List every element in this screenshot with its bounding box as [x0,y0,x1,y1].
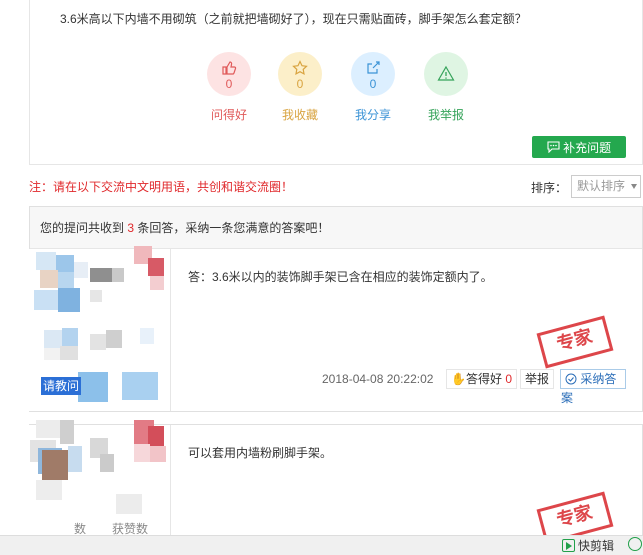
good-question-count: 0 [225,77,233,91]
quick-edit-label: 快剪辑 [578,539,615,553]
supplement-label: 补充问题 [563,140,612,155]
bottom-toolbar [0,535,643,555]
supplement-question-button[interactable]: 补充问题 [532,136,626,158]
star-icon: 0 [278,52,322,96]
answer-text: 答：3.6米以内的装饰脚手架已含在相应的装饰定额内了。 [188,270,493,284]
action-favorite[interactable]: 0 我收藏 [275,52,325,123]
comment-icon [547,141,563,155]
favorite-count: 0 [296,77,304,91]
good-question-label: 问得好 [210,108,247,122]
action-share[interactable]: 0 我分享 [348,52,398,123]
answers-header-prefix: 您的提问共收到 [40,221,128,235]
civility-notice: 注：请在以下交流中文明用语，共创和谐交流圈！ [29,180,294,194]
report-label: 我举报 [427,108,464,122]
adopt-label: 采纳答 [580,372,617,386]
adopt-answer-button[interactable]: 采纳答 [560,369,626,389]
answer-good-button[interactable]: ✋答得好 0 [446,369,517,389]
warning-icon [424,52,468,96]
answer-date: 2018-04-08 20:22:02 [322,372,434,386]
sort-selected: 默认排序 [577,179,626,193]
sort-select[interactable]: 默认排序 [571,175,641,198]
answer-good-count: 0 [505,372,512,386]
thumb-up-icon: 0 [207,52,251,96]
play-circle-icon[interactable] [628,537,642,551]
sort-label: 排序： [531,181,568,195]
action-report[interactable]: 我举报 [421,52,471,123]
ask-button[interactable]: 请教问 [41,377,82,395]
chevron-down-icon [631,184,637,189]
answer-text-2: 可以套用内墙粉刷脚手架。 [188,446,333,460]
favorite-label: 我收藏 [281,108,318,122]
quick-edit-button[interactable]: 快剪辑 [562,537,614,554]
answers-header-suffix: 条回答，采纳一条您满意的答案吧！ [134,221,330,235]
action-good-question[interactable]: 0 问得好 [204,52,254,123]
question-text: 3.6米高以下内墙不用砌筑（之前就把墙砌好了），现在只需贴面砖，脚手架怎么套定额… [60,12,527,26]
check-circle-icon [565,372,580,386]
play-icon [562,539,575,552]
share-icon: 0 [351,52,395,96]
adopt-label-wrap: 案 [561,391,574,405]
share-count: 0 [369,77,377,91]
answer-report-button[interactable]: 举报 [520,369,555,389]
share-label: 我分享 [354,108,391,122]
thumb-up-icon: ✋ [451,372,466,386]
avatar-2[interactable] [30,410,170,535]
answers-header: 您的提问共收到 3 条回答，采纳一条您满意的答案吧！ [30,207,642,249]
answer-good-label: 答得好 [465,372,502,386]
